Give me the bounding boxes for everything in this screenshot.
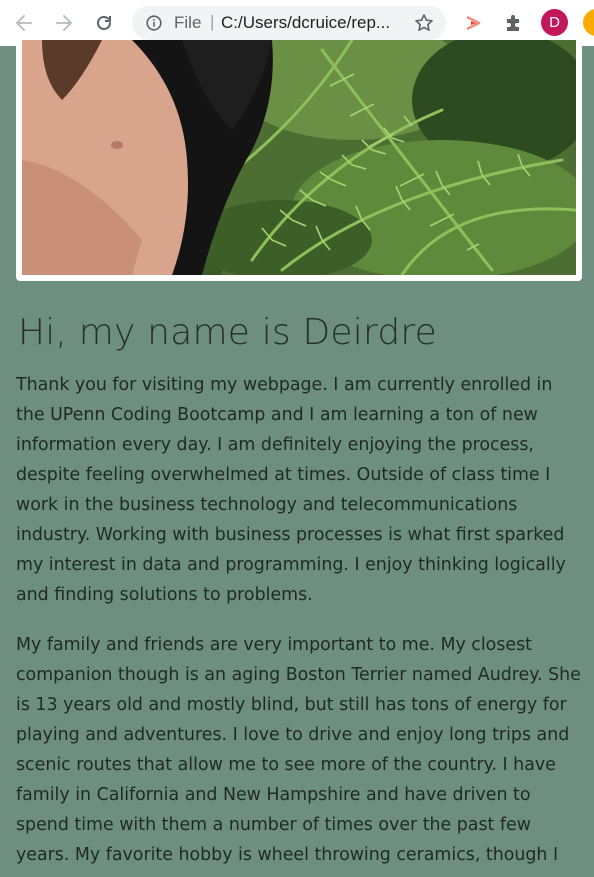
reload-icon [97, 16, 111, 30]
file-scheme-label: File [174, 13, 202, 32]
cast-extension-icon [466, 15, 481, 31]
url-text[interactable]: C:/Users/dcruice/rep... [221, 13, 399, 33]
profile-photo [22, 40, 576, 275]
family-paragraph: My family and friends are very important… [16, 635, 581, 865]
extensions-button[interactable] [500, 9, 528, 37]
back-button[interactable] [10, 9, 38, 37]
cast-extension-button[interactable] [460, 9, 488, 37]
forward-arrow-icon [56, 15, 72, 31]
address-bar[interactable]: File | C:/Users/dcruice/rep... [132, 6, 446, 40]
profile-menu-badge[interactable] [583, 9, 594, 36]
intro-paragraph: Thank you for visiting my webpage. I am … [16, 375, 566, 605]
profile-photo-frame [16, 40, 582, 281]
url-separator: | [210, 12, 215, 31]
reload-button[interactable] [90, 9, 118, 37]
page-title: Hi, my name is Deirdre [18, 312, 437, 353]
puzzle-icon [507, 15, 519, 31]
star-icon[interactable] [414, 13, 434, 33]
fern-portrait-image [22, 40, 576, 275]
forward-button[interactable] [50, 9, 78, 37]
info-icon[interactable] [146, 15, 162, 31]
profile-avatar[interactable]: D [541, 9, 568, 36]
back-arrow-icon [16, 15, 32, 31]
